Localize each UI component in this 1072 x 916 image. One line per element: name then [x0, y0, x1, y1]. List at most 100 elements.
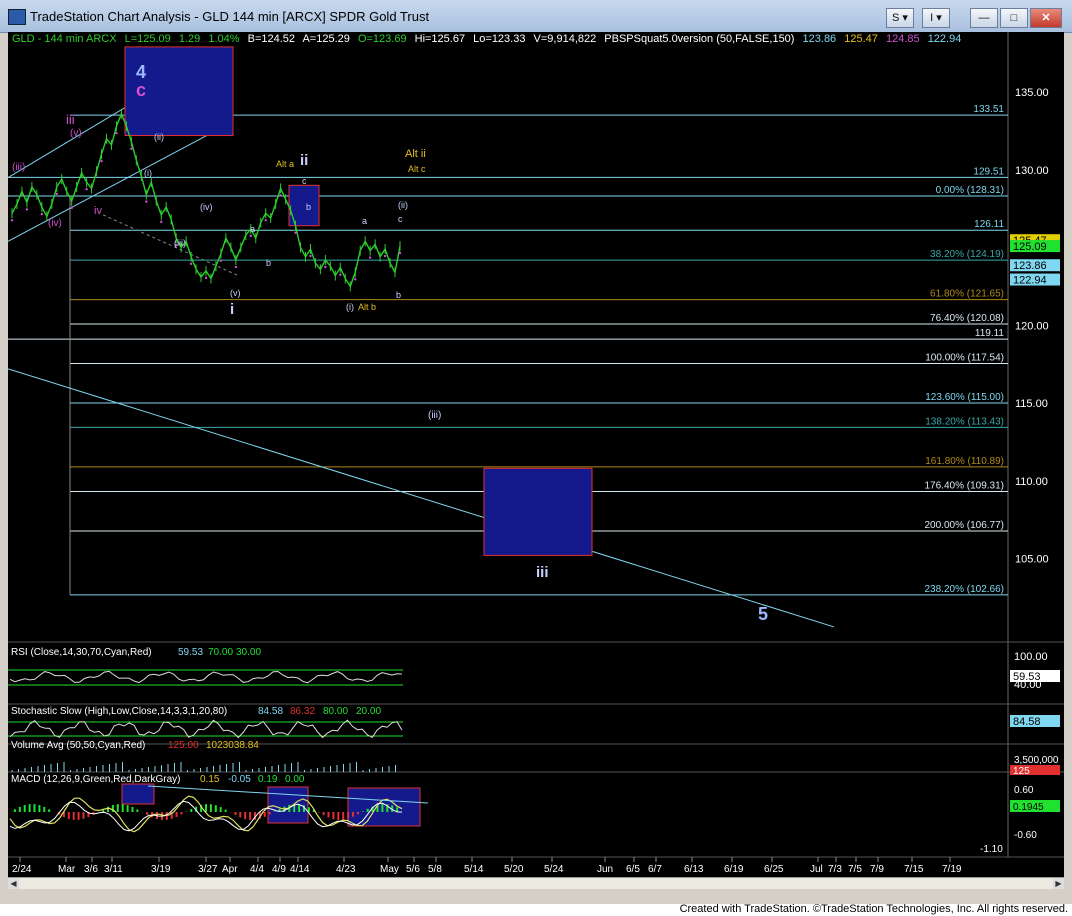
wave-label: iv [94, 205, 102, 217]
level-label: 100.00% (117.54) [925, 353, 1004, 364]
long-trendline [7, 368, 835, 628]
level-label: 133.51 [973, 104, 1004, 115]
scroll-right-icon[interactable]: ▶ [1053, 878, 1064, 889]
macd-axis-top: 0.60 [1014, 785, 1034, 796]
chart-svg[interactable]: 135.00 130.00 125.00 120.00 115.00 110.00 105.… [7, 32, 1064, 888]
level-label: 129.51 [973, 166, 1004, 177]
wave-label: (iv) [200, 202, 213, 212]
date-tick-label: Apr [222, 864, 238, 875]
horizontal-scrollbar[interactable]: ◀ ▶ [8, 877, 1064, 889]
date-tick-label: May [380, 864, 399, 875]
macd-axis-bot: -0.60 [1014, 830, 1037, 841]
date-tick-label: 3/19 [151, 864, 171, 875]
level-label: 0.00% (128.31) [936, 185, 1004, 196]
date-tick-label: 4/14 [290, 864, 310, 875]
date-tick-label: 4/23 [336, 864, 356, 875]
date-tick-label: 7/5 [848, 864, 862, 875]
pivot-dot [10, 219, 14, 222]
macd-label: MACD (12,26,9,Green,Red,DarkGray) [11, 774, 181, 785]
date-tick-label: Mar [58, 864, 76, 875]
wave-label: (ii) [398, 200, 408, 210]
level-label: 126.11 [974, 219, 1004, 230]
rsi-badge-label: 59.53 [1013, 671, 1041, 683]
price-tick-label: 135.00 [1015, 87, 1049, 99]
title-bar: TradeStation Chart Analysis - GLD 144 mi… [0, 0, 1072, 33]
rsi-os: 30.00 [236, 647, 261, 658]
volume-badge-label: 125 [1013, 766, 1030, 777]
stoch-os: 20.00 [356, 706, 381, 717]
pivot-dot [145, 200, 148, 203]
pivot-dot [25, 208, 29, 211]
level-label: 161.80% (110.89) [925, 456, 1004, 467]
date-tick-label: 6/25 [764, 864, 784, 875]
maximize-button[interactable]: □ [1000, 8, 1028, 28]
wave-label: (i) [346, 302, 354, 312]
date-tick-label: Jun [597, 864, 613, 875]
date-tick-label: 6/7 [648, 864, 662, 875]
macd-axis-min: -1.10 [980, 844, 1003, 855]
wave-label: (iii) [12, 162, 25, 173]
date-tick-label: 7/15 [904, 864, 924, 875]
interval-link-button[interactable]: I ▾ [922, 8, 950, 28]
pivot-dot [40, 212, 44, 216]
pivot-dot [339, 273, 342, 276]
macd-box [121, 783, 155, 805]
date-tick-label: 6/13 [684, 864, 704, 875]
level-label: 138.20% (113.43) [925, 416, 1004, 427]
volume-label: Volume Avg (50,50,Cyan,Red) [11, 740, 145, 751]
rsi-axis-top: 100.00 [1014, 651, 1048, 663]
date-tick-label: 7/19 [942, 864, 962, 875]
date-tick-label: 6/19 [724, 864, 744, 875]
pivot-dot [309, 254, 312, 258]
wave-label: (iii) [174, 238, 186, 248]
header-change: 1.29 [178, 33, 201, 45]
level-label: 123.60% (115.00) [925, 392, 1004, 403]
scroll-left-icon[interactable]: ◀ [8, 878, 19, 889]
chart-header: GLD - 144 min ARCX L=125.09 1.29 1.04% B… [12, 33, 966, 45]
macd-box [347, 787, 421, 827]
pivot-dot [189, 262, 193, 266]
level-label: 176.40% (109.31) [924, 480, 1004, 491]
wave-label: iii [536, 564, 549, 581]
close-button[interactable]: ✕ [1030, 8, 1062, 28]
macd-badge-label: 0.1945 [1013, 802, 1044, 813]
wave-label: (v) [70, 128, 82, 139]
date-tick-label: 3/27 [198, 864, 218, 875]
price-tick-label: 120.00 [1015, 320, 1049, 332]
date-tick-label: 7/3 [828, 864, 842, 875]
minimize-button[interactable]: — [970, 8, 998, 28]
header-study: PBSPSquat5.0version (50,FALSE,150) [604, 33, 795, 45]
date-tick-label: 5/20 [504, 864, 524, 875]
stoch-line [9, 719, 403, 739]
axis-price-badge-label: 122.94 [1013, 275, 1047, 287]
stoch-ob: 80.00 [323, 706, 348, 717]
price-tick-label: 130.00 [1015, 165, 1049, 177]
macd-v1: 0.15 [200, 774, 220, 785]
macd-box [267, 786, 309, 824]
symbol-link-button[interactable]: S ▾ [886, 8, 914, 28]
macd-v4: 0.00 [285, 774, 305, 785]
header-open: O=123.69 [357, 33, 407, 45]
wave-label: a [362, 216, 367, 226]
price-tick-label: 110.00 [1015, 476, 1048, 488]
stoch-badge-label: 84.58 [1013, 716, 1041, 728]
header-ask: A=125.29 [302, 33, 350, 45]
macd-v3: 0.19 [258, 774, 278, 785]
date-tick-label: 5/24 [544, 864, 564, 875]
pivot-dot [160, 220, 163, 224]
header-symbol: GLD - 144 min ARCX [12, 33, 117, 45]
wave-label: c [398, 214, 403, 224]
chart-area[interactable]: 135.00 130.00 125.00 120.00 115.00 110.00 105.… [7, 32, 1064, 888]
pivot-dot [115, 132, 118, 135]
header-bid: B=124.52 [247, 33, 296, 45]
wave-label: c [136, 80, 146, 100]
pivot-dot [100, 160, 103, 163]
header-v3: 124.85 [885, 33, 920, 45]
price-tick-label: 105.00 [1015, 554, 1049, 566]
date-tick-label: 7/9 [870, 864, 884, 875]
pivot-dot [85, 187, 88, 191]
volume-avg: 1023038.84 [206, 740, 259, 751]
axis-price-badge-label: 125.09 [1013, 241, 1047, 253]
wave-label: b [306, 202, 311, 212]
pivot-dot [368, 256, 372, 259]
